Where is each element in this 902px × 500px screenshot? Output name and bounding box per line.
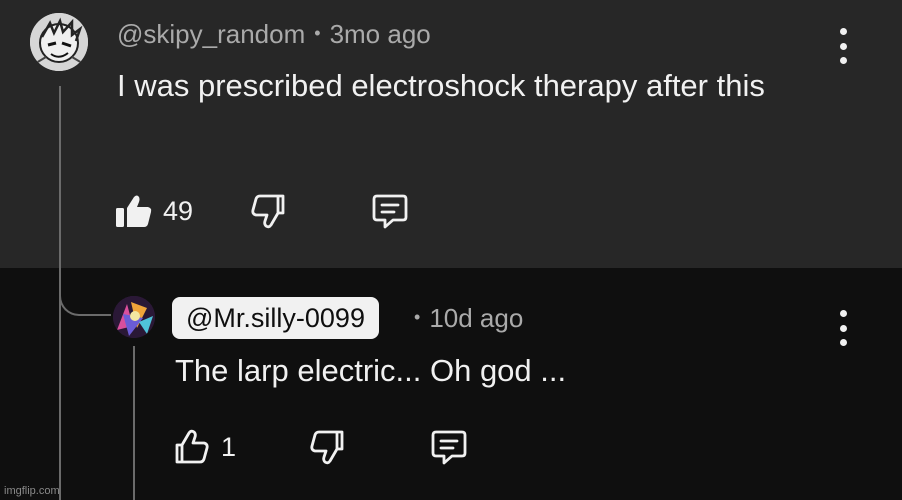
more-vert-icon-dot: [839, 339, 847, 346]
more-options-button[interactable]: [838, 28, 848, 64]
reply-more-options-button[interactable]: [838, 310, 848, 346]
reply-thread-line: [133, 346, 135, 500]
comment-age[interactable]: 3mo ago: [330, 19, 431, 49]
thumbs-down-icon: [251, 194, 285, 229]
reply-text: The larp electric... Oh god ...: [175, 353, 567, 388]
like-count: 49: [163, 195, 194, 226]
reply-age[interactable]: 10d ago: [429, 303, 523, 333]
reply-avatar[interactable]: [113, 296, 155, 338]
avatar[interactable]: [30, 13, 88, 71]
like-button[interactable]: 49: [115, 193, 193, 229]
author-handle[interactable]: @skipy_random: [117, 19, 305, 49]
dislike-button[interactable]: [249, 193, 287, 229]
reply-reply-button[interactable]: [430, 429, 468, 465]
avatar-colorful-image: [113, 296, 155, 338]
reply-icon: [372, 194, 408, 229]
reply-icon: [431, 430, 467, 465]
thumbs-down-icon: [310, 430, 344, 465]
reply-like-count: 1: [221, 431, 237, 462]
reply-author-handle[interactable]: @Mr.silly-0099: [172, 297, 379, 339]
meta-separator: •: [314, 23, 321, 43]
reply-button[interactable]: [371, 193, 409, 229]
avatar-sketch-image: [30, 13, 88, 71]
more-vert-icon-dot: [839, 42, 847, 50]
thumbs-up-filled-icon: [116, 195, 152, 227]
comment-meta: @skipy_random • 3mo ago: [117, 19, 431, 50]
reply-meta: • 10d ago: [414, 303, 523, 334]
more-vert-icon-dot: [839, 57, 847, 64]
watermark: imgflip.com: [4, 485, 60, 497]
meta-separator: •: [414, 307, 421, 327]
thread-connector: [59, 260, 111, 316]
reply-dislike-button[interactable]: [308, 429, 346, 465]
thumbs-up-icon: [175, 429, 209, 464]
more-vert-icon-dot: [839, 310, 847, 317]
reply-like-button[interactable]: 1: [173, 429, 236, 465]
comment-text: I was prescribed electroshock therapy af…: [117, 68, 765, 103]
more-vert-icon-dot: [839, 324, 847, 332]
more-vert-icon-dot: [839, 28, 847, 35]
